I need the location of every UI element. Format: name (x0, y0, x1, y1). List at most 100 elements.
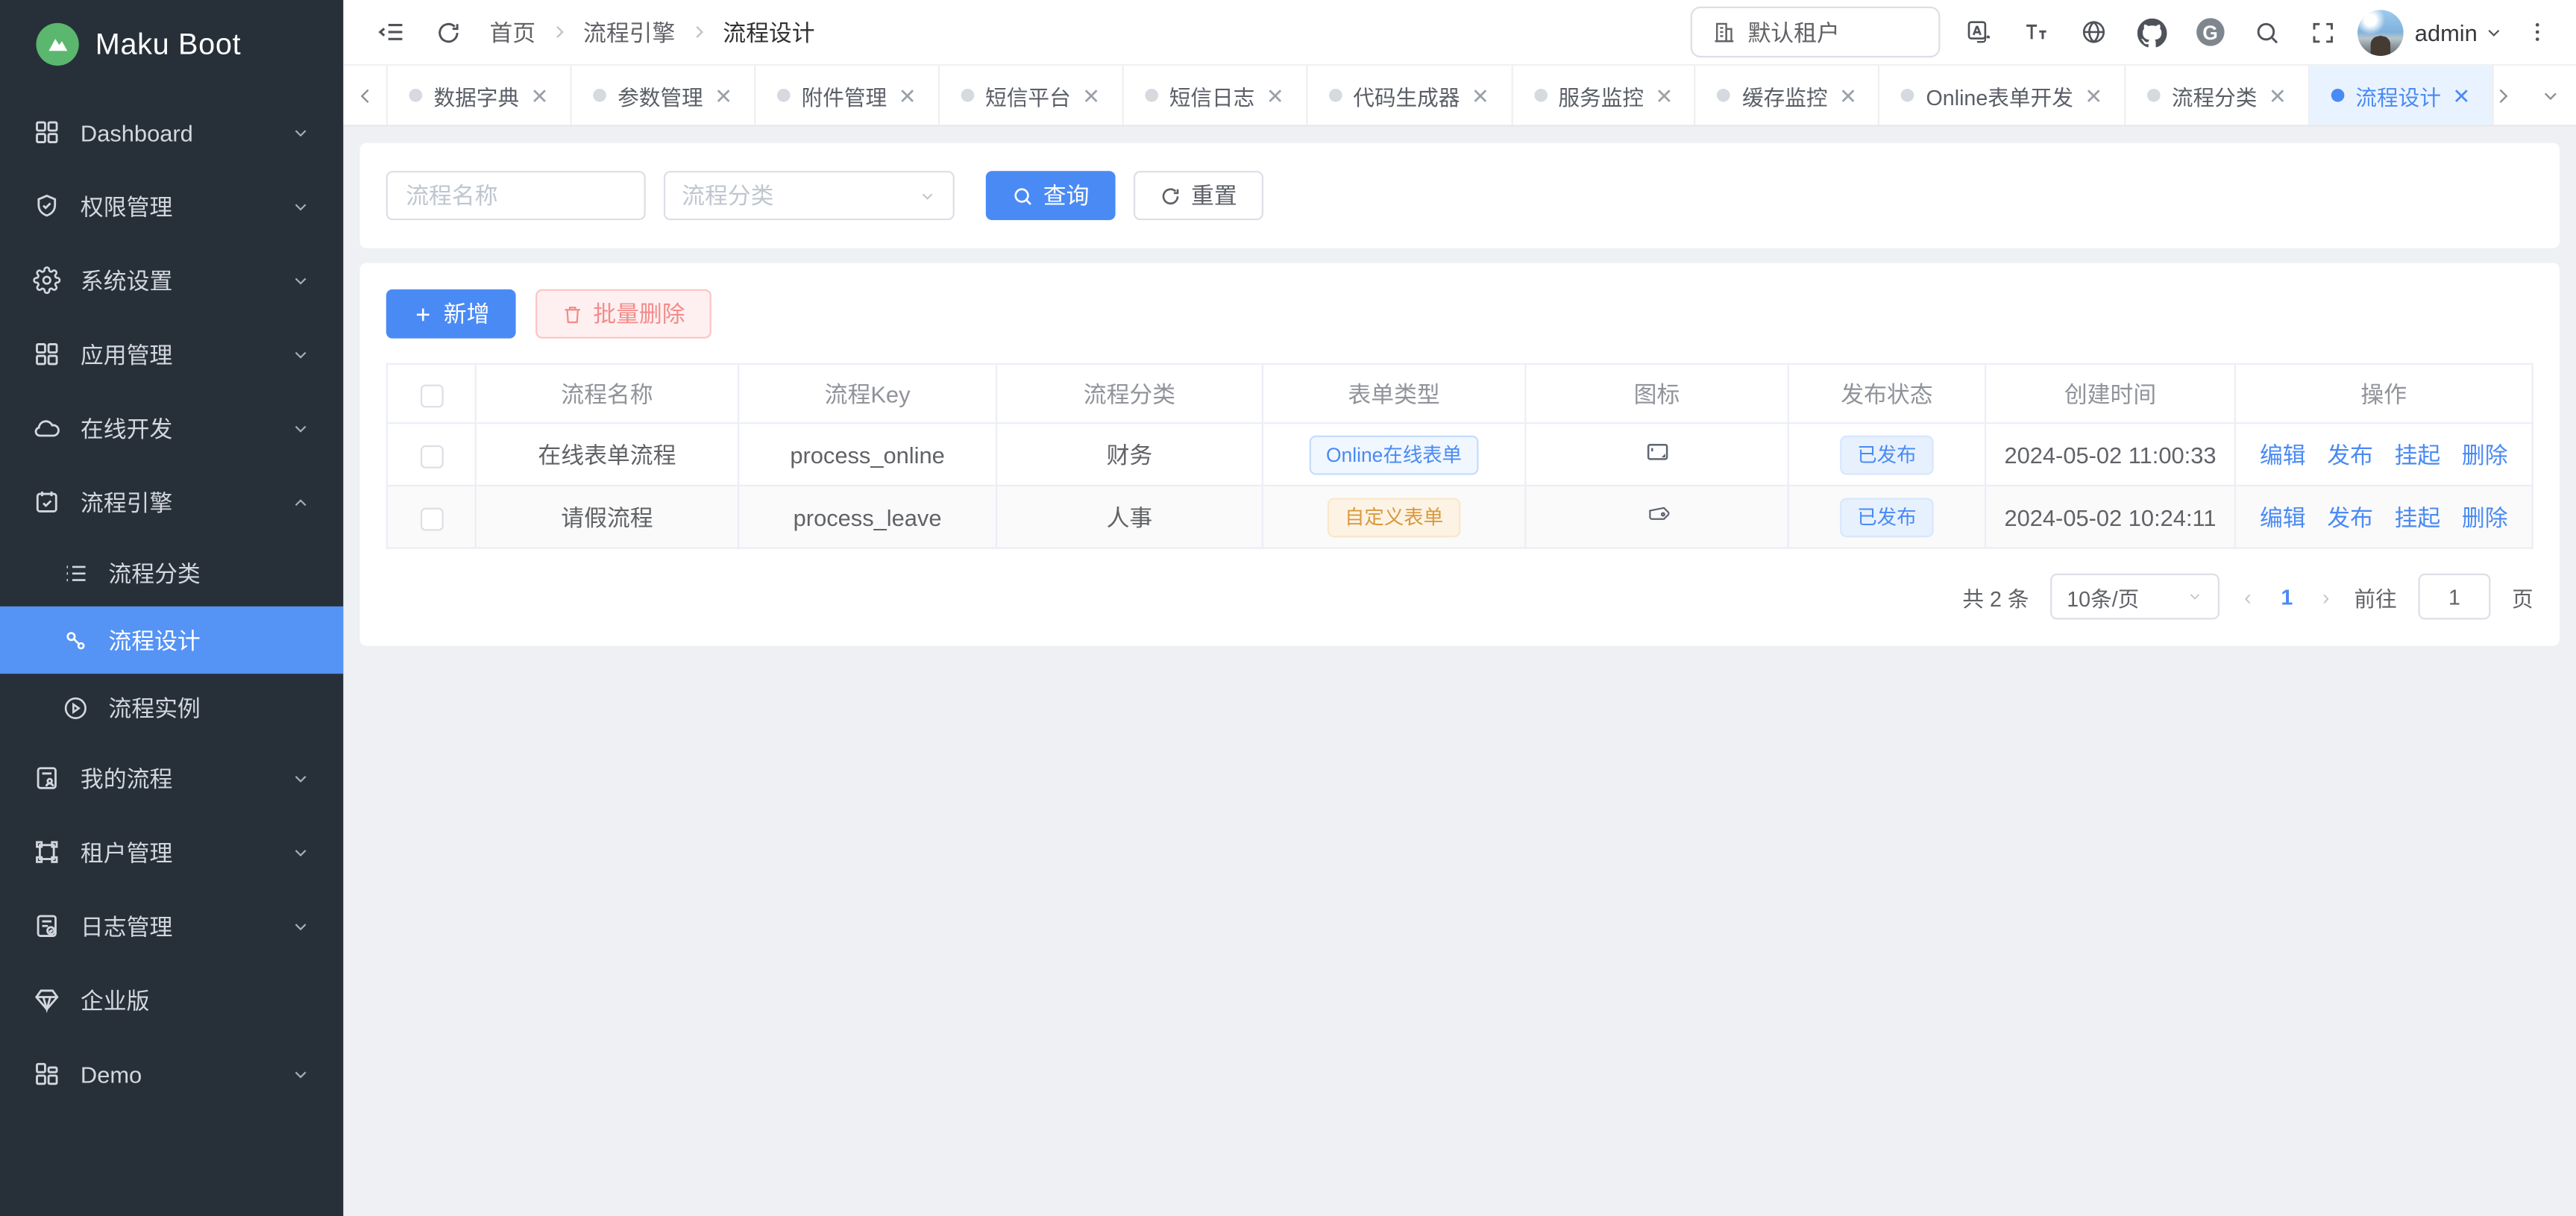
col-header-icon: 图标 (1525, 364, 1788, 423)
tab-parameters[interactable]: 参数管理✕ (571, 66, 755, 125)
search-icon[interactable] (2239, 0, 2295, 65)
refresh-icon[interactable] (421, 0, 477, 65)
goto-page-input[interactable] (2418, 574, 2490, 620)
next-page-icon[interactable]: › (2319, 584, 2333, 609)
sidebar-item-log-management[interactable]: 日志管理 (0, 889, 343, 963)
user-name[interactable]: admin (2415, 19, 2478, 45)
chevron-up-icon (291, 492, 310, 512)
edit-link[interactable]: 编辑 (2260, 501, 2306, 533)
list-icon (63, 560, 89, 586)
chevron-down-icon (291, 122, 310, 142)
chevron-down-icon (291, 196, 310, 216)
tab-service-monitor[interactable]: 服务监控✕ (1512, 66, 1697, 125)
page-number-1[interactable]: 1 (2276, 584, 2298, 609)
sidebar-subitem-flow-category[interactable]: 流程分类 (0, 539, 343, 607)
row-checkbox[interactable] (420, 445, 443, 468)
close-icon[interactable]: ✕ (2085, 84, 2102, 106)
document-check-icon (33, 912, 60, 940)
breadcrumb-home[interactable]: 首页 (489, 16, 535, 48)
close-icon[interactable]: ✕ (2269, 84, 2287, 106)
close-icon[interactable]: ✕ (714, 84, 732, 106)
breadcrumb-flow-engine[interactable]: 流程引擎 (583, 16, 675, 48)
chevron-down-icon (291, 270, 310, 289)
table-toolbar: 新增 批量删除 (386, 289, 2533, 339)
close-icon[interactable]: ✕ (1655, 84, 1673, 106)
sidebar-item-tenant-management[interactable]: 租户管理 (0, 815, 343, 889)
globe-icon[interactable] (2065, 0, 2123, 65)
tab-flow-category[interactable]: 流程分类✕ (2126, 66, 2310, 125)
font-size-icon[interactable] (2008, 0, 2065, 65)
row-checkbox[interactable] (420, 507, 443, 530)
tab-attachments[interactable]: 附件管理✕ (755, 66, 940, 125)
page-content: 流程分类 查询 重置 新增 (343, 127, 2576, 1216)
close-icon[interactable]: ✕ (1839, 84, 1857, 106)
gitee-icon[interactable]: G (2181, 0, 2239, 65)
translate-icon[interactable] (1950, 0, 2007, 65)
prev-page-icon[interactable]: ‹ (2241, 584, 2255, 609)
sidebar-item-dashboard[interactable]: Dashboard (0, 95, 343, 169)
publish-link[interactable]: 发布 (2327, 438, 2373, 471)
suspend-link[interactable]: 挂起 (2395, 501, 2441, 533)
edit-link[interactable]: 编辑 (2260, 438, 2306, 471)
tenant-select[interactable]: 默认租户 (1690, 7, 1940, 57)
close-icon[interactable]: ✕ (1471, 84, 1489, 106)
chevron-down-icon (291, 916, 310, 935)
cell-flow-name: 请假流程 (476, 486, 738, 548)
app-window: Maku Boot Dashboard 权限管理 系统设置 应用管理 (0, 0, 2576, 1216)
tab-data-dictionary[interactable]: 数据字典✕ (386, 66, 572, 125)
batch-delete-button[interactable]: 批量删除 (535, 289, 711, 339)
close-icon[interactable]: ✕ (531, 84, 549, 106)
suspend-link[interactable]: 挂起 (2395, 438, 2441, 471)
flow-category-select[interactable]: 流程分类 (664, 171, 955, 220)
chevron-down-icon (918, 187, 936, 204)
play-circle-icon (63, 695, 89, 721)
tab-code-generator[interactable]: 代码生成器✕ (1307, 66, 1512, 125)
close-icon[interactable]: ✕ (1082, 84, 1100, 106)
sidebar-item-enterprise[interactable]: 企业版 (0, 963, 343, 1037)
total-count: 共 2 条 (1962, 581, 2029, 612)
close-icon[interactable]: ✕ (1266, 84, 1284, 106)
add-button[interactable]: 新增 (386, 289, 516, 339)
status-badge: 已发布 (1841, 435, 1932, 474)
close-icon[interactable]: ✕ (2452, 84, 2470, 106)
tabs-menu-icon[interactable] (2524, 66, 2576, 125)
sidebar-item-app-management[interactable]: 应用管理 (0, 317, 343, 391)
query-button[interactable]: 查询 (986, 171, 1116, 220)
fullscreen-icon[interactable] (2295, 0, 2351, 65)
tab-online-form-dev[interactable]: Online表单开发✕ (1880, 66, 2126, 125)
tab-sms-log[interactable]: 短信日志✕ (1123, 66, 1307, 125)
tab-sms-platform[interactable]: 短信平台✕ (939, 66, 1123, 125)
table-row: 请假流程 process_leave 人事 自定义表单 已发布 2024-05-… (387, 486, 2533, 548)
cell-created-time: 2024-05-02 10:24:11 (1985, 486, 2235, 548)
tab-flow-design[interactable]: 流程设计✕ (2310, 66, 2494, 125)
delete-link[interactable]: 删除 (2462, 501, 2508, 533)
publish-link[interactable]: 发布 (2327, 501, 2373, 533)
sidebar-subitem-flow-instance[interactable]: 流程实例 (0, 674, 343, 741)
apps-icon (33, 1060, 60, 1088)
sidebar-item-flow-engine[interactable]: 流程引擎 (0, 465, 343, 539)
tab-cache-monitor[interactable]: 缓存监控✕ (1696, 66, 1880, 125)
sidebar-collapse-icon[interactable] (363, 0, 421, 65)
close-icon[interactable]: ✕ (899, 84, 917, 106)
page-size-select[interactable]: 10条/页 (2050, 574, 2220, 620)
github-icon[interactable] (2123, 0, 2181, 65)
calendar-check-icon (33, 488, 60, 515)
chevron-down-icon (291, 419, 310, 438)
sidebar-item-online-dev[interactable]: 在线开发 (0, 391, 343, 465)
sidebar-item-permissions[interactable]: 权限管理 (0, 169, 343, 243)
flow-name-input[interactable] (386, 171, 646, 220)
sidebar-subitem-flow-design[interactable]: 流程设计 (0, 607, 343, 674)
delete-link[interactable]: 删除 (2462, 438, 2508, 471)
pagination: 共 2 条 10条/页 ‹ 1 › 前往 页 (386, 574, 2533, 620)
chevron-down-icon[interactable] (2478, 0, 2510, 65)
avatar[interactable] (2357, 9, 2404, 55)
reset-button[interactable]: 重置 (1134, 171, 1263, 220)
select-all-checkbox[interactable] (420, 384, 443, 407)
tenant-select-value: 默认租户 (1747, 16, 1918, 48)
tabs-scroll-right-icon[interactable] (2481, 66, 2523, 125)
sidebar-item-system-settings[interactable]: 系统设置 (0, 243, 343, 317)
more-vertical-icon[interactable] (2510, 0, 2550, 65)
sidebar-item-demo[interactable]: Demo (0, 1037, 343, 1111)
sidebar-item-my-flows[interactable]: 我的流程 (0, 741, 343, 815)
tabs-scroll-left-icon[interactable] (343, 66, 386, 125)
